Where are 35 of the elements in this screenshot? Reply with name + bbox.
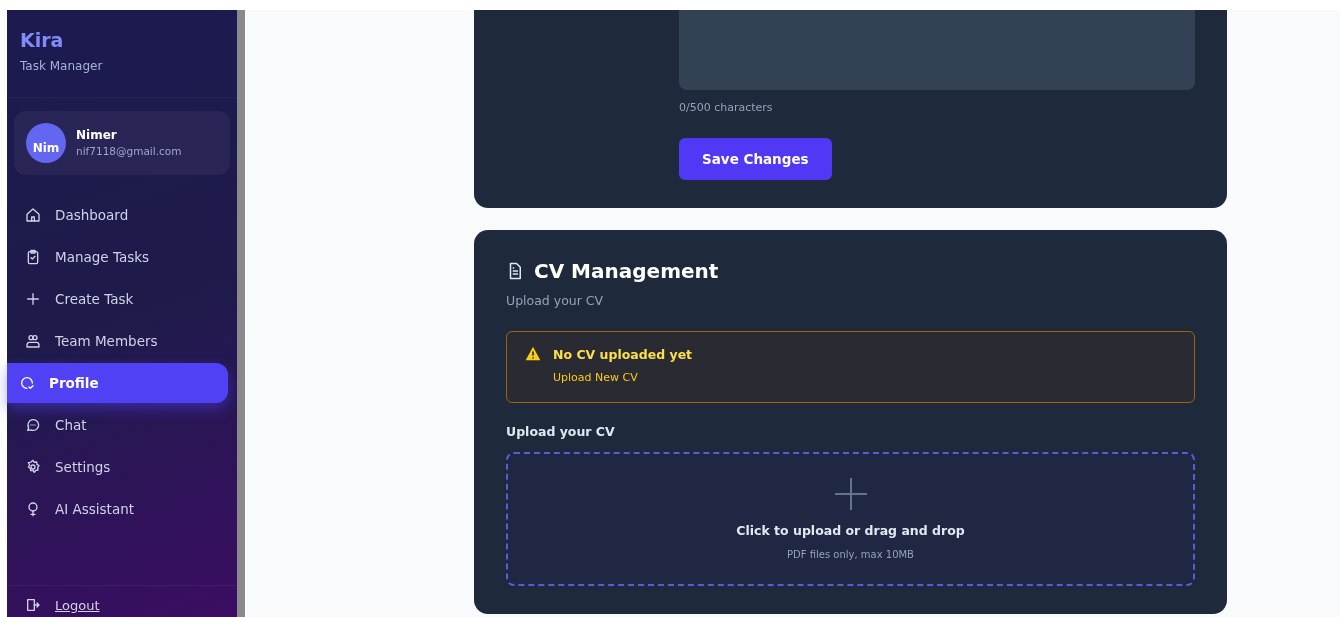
- upload-new-cv-link[interactable]: Upload New CV: [553, 370, 638, 387]
- home-icon: [25, 206, 41, 223]
- dropzone-title: Click to upload or drag and drop: [736, 522, 965, 541]
- nav-item[interactable]: Profile: [7, 362, 228, 403]
- cv-subtitle: Upload your CV: [506, 291, 605, 310]
- clipboard-check-icon: [25, 248, 41, 265]
- nav-item[interactable]: AI Assistant: [7, 488, 228, 529]
- brand-subtitle: Task Manager: [20, 57, 104, 75]
- cv-title: CV Management: [534, 257, 719, 285]
- chat-icon: [25, 416, 41, 433]
- dropzone-hint: PDF files only, max 10MB: [787, 547, 914, 562]
- settings-icon: [25, 458, 41, 475]
- upload-dropzone[interactable]: Click to upload or drag and drop PDF files only, max 10MB: [506, 452, 1195, 586]
- users-icon: [25, 332, 41, 349]
- nav-item[interactable]: Chat: [7, 404, 228, 445]
- bio-textarea[interactable]: [679, 10, 1195, 90]
- alert-title: No CV uploaded yet: [553, 345, 693, 364]
- warning-icon: [525, 345, 541, 361]
- nav-item[interactable]: Settings: [7, 446, 228, 487]
- save-changes-button[interactable]: Save Changes: [679, 137, 832, 180]
- plus-icon: [25, 290, 41, 307]
- nav-item[interactable]: Team Members: [7, 320, 228, 361]
- nav-item[interactable]: Dashboard: [7, 194, 228, 235]
- logout-icon: [25, 597, 41, 614]
- upload-label: Upload your CV: [506, 423, 616, 442]
- user-name: Nimer: [76, 127, 118, 144]
- brand-title: Kira: [20, 30, 65, 51]
- nav-item[interactable]: Create Task: [7, 278, 228, 319]
- user-avatar: Nim: [26, 122, 66, 163]
- nav-item[interactable]: Manage Tasks: [7, 236, 228, 277]
- circle-check-icon: [19, 374, 35, 391]
- plus-icon: [832, 476, 869, 513]
- character-counter: 0/500 characters: [679, 100, 774, 116]
- user-email: nif7118@gmail.com: [76, 144, 182, 159]
- logout-link[interactable]: Logout: [7, 584, 237, 617]
